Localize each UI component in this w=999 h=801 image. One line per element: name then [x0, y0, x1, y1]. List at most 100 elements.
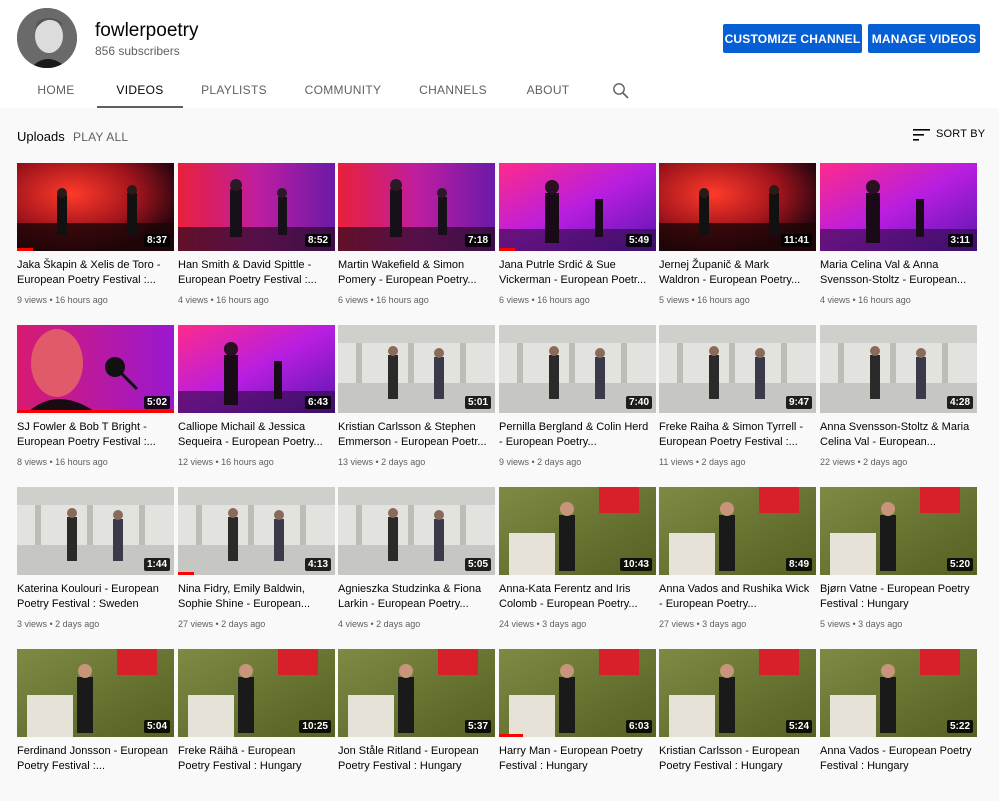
- video-thumbnail[interactable]: 5:37: [338, 649, 495, 737]
- video-card[interactable]: 10:43 Anna-Kata Ferentz and Iris Colomb -…: [499, 487, 656, 639]
- video-duration: 11:41: [780, 234, 812, 247]
- video-card[interactable]: 5:02 SJ Fowler & Bob T Bright - European …: [17, 325, 174, 477]
- video-thumbnail[interactable]: 5:02: [17, 325, 174, 413]
- video-card[interactable]: 4:13 Nina Fidry, Emily Baldwin, Sophie Sh…: [178, 487, 335, 639]
- video-card[interactable]: 4:28 Anna Svensson-Stoltz & Maria Celina …: [820, 325, 977, 477]
- tab-home[interactable]: HOME: [26, 72, 86, 108]
- video-card[interactable]: 6:43 Calliope Michail & Jessica Sequeira …: [178, 325, 335, 477]
- upload-age: 2 days ago: [376, 619, 421, 629]
- video-title[interactable]: Katerina Koulouri - European Poetry Fest…: [17, 582, 169, 612]
- video-card[interactable]: 8:37 Jaka Škapin & Xelis de Toro - Europe…: [17, 163, 174, 315]
- video-title[interactable]: Nina Fidry, Emily Baldwin, Sophie Shine …: [178, 582, 330, 612]
- channel-avatar[interactable]: [17, 8, 77, 68]
- video-card[interactable]: 7:18 Martin Wakefield & Simon Pomery - Eu…: [338, 163, 495, 315]
- video-thumbnail[interactable]: 7:40: [499, 325, 656, 413]
- video-thumbnail[interactable]: 8:49: [659, 487, 816, 575]
- video-title[interactable]: Anna Svensson-Stoltz & Maria Celina Val …: [820, 420, 972, 450]
- view-count: 4 views: [178, 295, 209, 305]
- video-thumbnail[interactable]: 11:41: [659, 163, 816, 251]
- video-thumbnail[interactable]: 5:24: [659, 649, 816, 737]
- video-title[interactable]: Jana Putrle Srdić & Sue Vickerman - Euro…: [499, 258, 651, 288]
- video-card[interactable]: 5:22 Anna Vados - European Poetry Festiva…: [820, 649, 977, 801]
- upload-age: 2 days ago: [537, 457, 582, 467]
- channel-tabs: HOME VIDEOS PLAYLISTS COMMUNITY CHANNELS…: [0, 72, 999, 108]
- video-title[interactable]: Martin Wakefield & Simon Pomery - Europe…: [338, 258, 490, 288]
- video-title[interactable]: Agnieszka Studzinka & Fiona Larkin - Eur…: [338, 582, 490, 612]
- view-count: 13 views: [338, 457, 374, 467]
- video-title[interactable]: Kristian Carlsson - European Poetry Fest…: [659, 744, 811, 774]
- sort-by-button[interactable]: SORT BY: [936, 128, 985, 140]
- video-thumbnail[interactable]: 5:04: [17, 649, 174, 737]
- watch-progress-bar: [499, 248, 515, 251]
- video-card[interactable]: 8:49 Anna Vados and Rushika Wick - Europe…: [659, 487, 816, 639]
- meta-separator: •: [213, 619, 222, 629]
- video-thumbnail[interactable]: 4:13: [178, 487, 335, 575]
- video-duration: 7:40: [625, 396, 652, 409]
- video-title[interactable]: Anna Vados and Rushika Wick - European P…: [659, 582, 811, 612]
- video-title[interactable]: Freke Räihä - European Poetry Festival :…: [178, 744, 330, 774]
- video-thumbnail[interactable]: 5:20: [820, 487, 977, 575]
- view-count: 24 views: [499, 619, 535, 629]
- tab-community[interactable]: COMMUNITY: [296, 72, 390, 108]
- customize-channel-button[interactable]: CUSTOMIZE CHANNEL: [723, 24, 862, 53]
- play-all-button[interactable]: PLAY ALL: [73, 130, 128, 144]
- tab-videos[interactable]: VIDEOS: [97, 72, 183, 108]
- video-thumbnail[interactable]: 5:05: [338, 487, 495, 575]
- video-title[interactable]: Anna Vados - European Poetry Festival : …: [820, 744, 972, 774]
- video-thumbnail[interactable]: 8:52: [178, 163, 335, 251]
- video-title[interactable]: Han Smith & David Spittle - European Poe…: [178, 258, 330, 288]
- tab-playlists[interactable]: PLAYLISTS: [194, 72, 274, 108]
- video-thumbnail[interactable]: 9:47: [659, 325, 816, 413]
- video-thumbnail[interactable]: 6:03: [499, 649, 656, 737]
- video-title[interactable]: Jaka Škapin & Xelis de Toro - European P…: [17, 258, 169, 288]
- sort-icon[interactable]: [913, 128, 930, 142]
- manage-videos-button[interactable]: MANAGE VIDEOS: [868, 24, 980, 53]
- video-card[interactable]: 3:11 Maria Celina Val & Anna Svensson-Sto…: [820, 163, 977, 315]
- video-title[interactable]: Ferdinand Jonsson - European Poetry Fest…: [17, 744, 169, 774]
- video-thumbnail[interactable]: 4:28: [820, 325, 977, 413]
- video-title[interactable]: Bjørn Vatne - European Poetry Festival :…: [820, 582, 972, 612]
- video-card[interactable]: 8:52 Han Smith & David Spittle - European…: [178, 163, 335, 315]
- video-card[interactable]: 5:05 Agnieszka Studzinka & Fiona Larkin -…: [338, 487, 495, 639]
- video-card[interactable]: 5:20 Bjørn Vatne - European Poetry Festiv…: [820, 487, 977, 639]
- video-card[interactable]: 6:03 Harry Man - European Poetry Festival…: [499, 649, 656, 801]
- video-title[interactable]: Kristian Carlsson & Stephen Emmerson - E…: [338, 420, 490, 450]
- watch-progress-bar: [17, 410, 174, 413]
- video-title[interactable]: Jon Ståle Ritland - European Poetry Fest…: [338, 744, 490, 774]
- video-card[interactable]: 10:25 Freke Räihä - European Poetry Festi…: [178, 649, 335, 801]
- video-duration: 5:02: [143, 396, 170, 409]
- video-thumbnail[interactable]: 5:01: [338, 325, 495, 413]
- tab-channels[interactable]: CHANNELS: [411, 72, 495, 108]
- video-meta: 12 views • 16 hours ago: [178, 457, 274, 467]
- video-title[interactable]: Calliope Michail & Jessica Sequeira - Eu…: [178, 420, 330, 450]
- video-title[interactable]: Pernilla Bergland & Colin Herd - Europea…: [499, 420, 651, 450]
- video-thumbnail[interactable]: 5:49: [499, 163, 656, 251]
- video-title[interactable]: Jernej Županič & Mark Waldron - European…: [659, 258, 811, 288]
- tab-about[interactable]: ABOUT: [518, 72, 578, 108]
- video-thumbnail[interactable]: 10:43: [499, 487, 656, 575]
- video-thumbnail[interactable]: 3:11: [820, 163, 977, 251]
- video-card[interactable]: 5:01 Kristian Carlsson & Stephen Emmerson…: [338, 325, 495, 477]
- video-card[interactable]: 7:40 Pernilla Bergland & Colin Herd - Eur…: [499, 325, 656, 477]
- video-title[interactable]: Harry Man - European Poetry Festival : H…: [499, 744, 651, 774]
- video-thumbnail[interactable]: 8:37: [17, 163, 174, 251]
- video-title[interactable]: Maria Celina Val & Anna Svensson-Stoltz …: [820, 258, 972, 288]
- video-thumbnail[interactable]: 6:43: [178, 325, 335, 413]
- video-card[interactable]: 5:37 Jon Ståle Ritland - European Poetry …: [338, 649, 495, 801]
- video-card[interactable]: 5:04 Ferdinand Jonsson - European Poetry …: [17, 649, 174, 801]
- video-thumbnail[interactable]: 7:18: [338, 163, 495, 251]
- video-title[interactable]: Anna-Kata Ferentz and Iris Colomb - Euro…: [499, 582, 651, 612]
- video-title[interactable]: Freke Raiha & Simon Tyrrell - European P…: [659, 420, 811, 450]
- video-card[interactable]: 5:49 Jana Putrle Srdić & Sue Vickerman - …: [499, 163, 656, 315]
- video-thumbnail[interactable]: 5:22: [820, 649, 977, 737]
- video-card[interactable]: 5:24 Kristian Carlsson - European Poetry …: [659, 649, 816, 801]
- upload-age: 3 days ago: [858, 619, 903, 629]
- video-thumbnail[interactable]: 1:44: [17, 487, 174, 575]
- video-card[interactable]: 11:41 Jernej Županič & Mark Waldron - Eur…: [659, 163, 816, 315]
- video-card[interactable]: 9:47 Freke Raiha & Simon Tyrrell - Europe…: [659, 325, 816, 477]
- search-icon[interactable]: [612, 82, 630, 100]
- video-thumbnail[interactable]: 10:25: [178, 649, 335, 737]
- video-title[interactable]: SJ Fowler & Bob T Bright - European Poet…: [17, 420, 169, 450]
- video-card[interactable]: 1:44 Katerina Koulouri - European Poetry …: [17, 487, 174, 639]
- upload-age: 16 hours ago: [55, 295, 108, 305]
